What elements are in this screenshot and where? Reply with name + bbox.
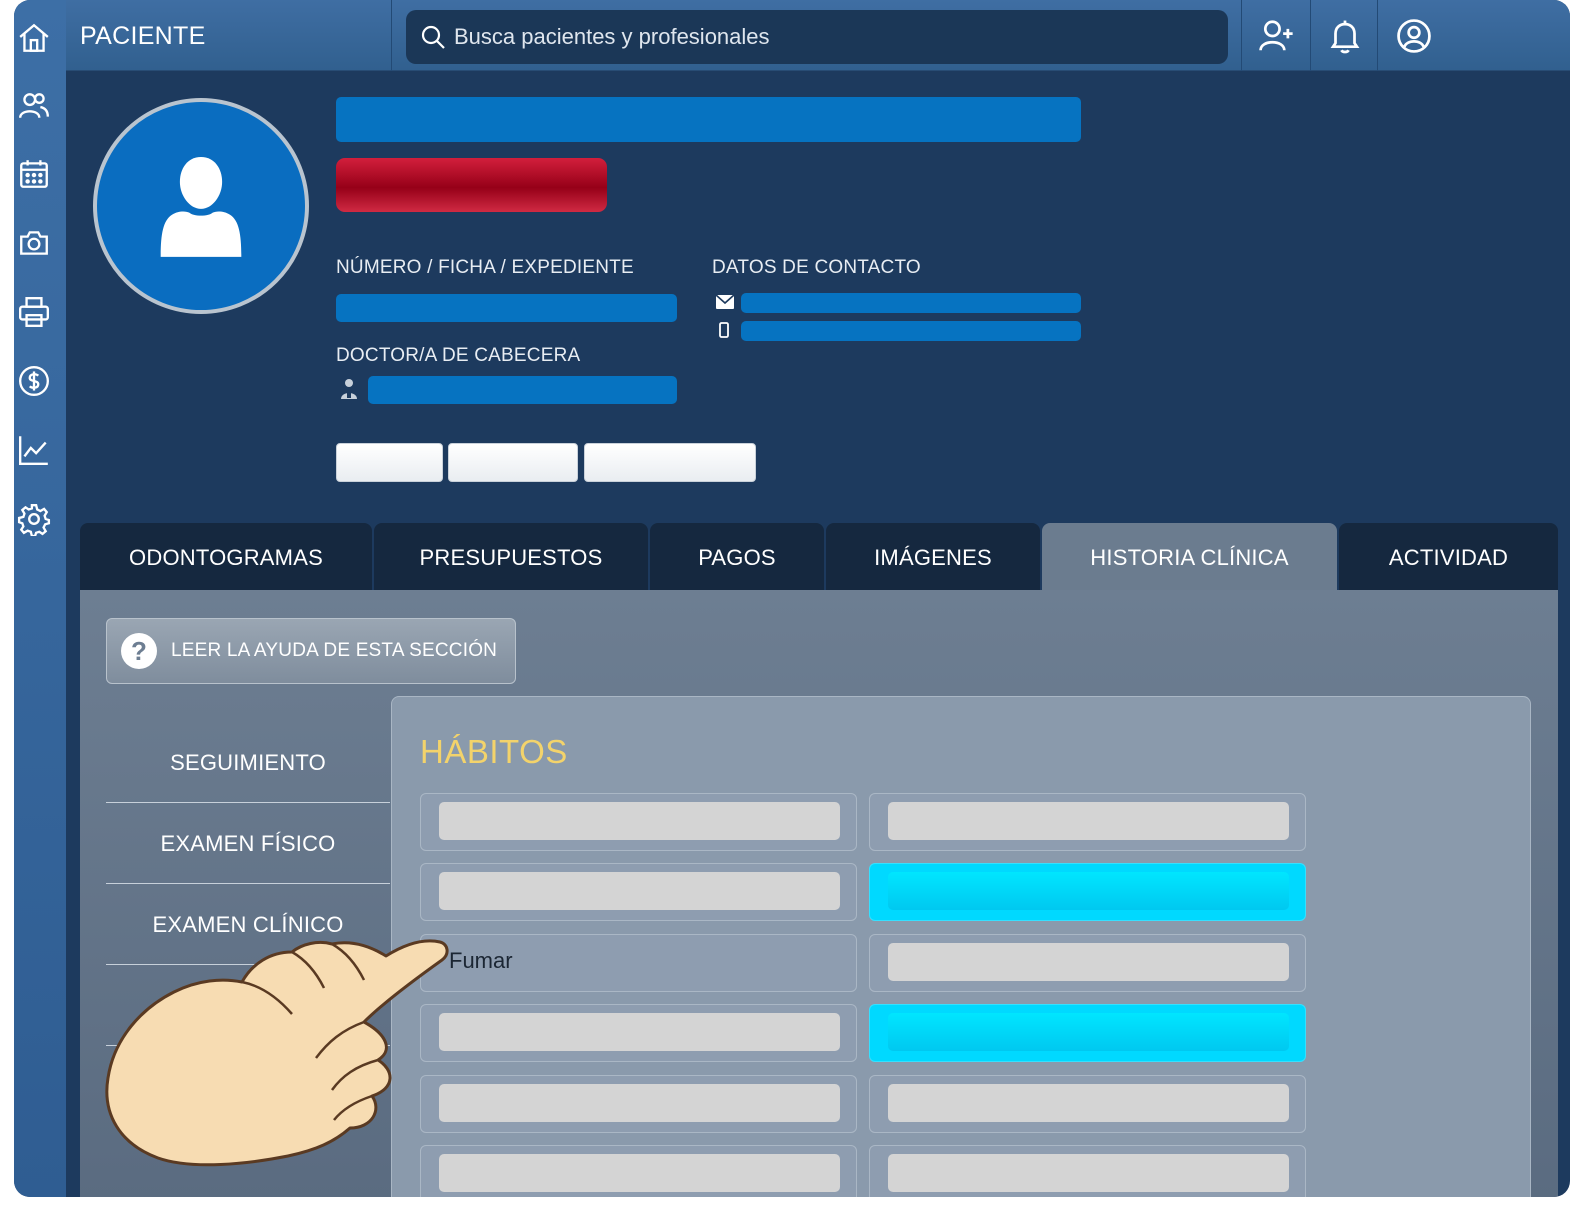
tab-bar: ODONTOGRAMAS PRESUPUESTOS PAGOS IMÁGENES… xyxy=(80,523,1558,592)
search-bar[interactable] xyxy=(406,10,1228,64)
habit-field[interactable] xyxy=(420,1004,857,1062)
sidebar xyxy=(14,0,66,1197)
contact-label: DATOS DE CONTACTO xyxy=(712,257,921,278)
habit-field[interactable] xyxy=(869,1145,1306,1197)
home-icon[interactable] xyxy=(14,18,54,58)
action-button-2[interactable] xyxy=(448,443,578,482)
habits-card: HÁBITOS Fumar xyxy=(391,696,1531,1197)
patient-avatar[interactable] xyxy=(93,98,309,314)
tab-historia-clinica[interactable]: HISTORIA CLÍNICA xyxy=(1042,523,1337,592)
tab-presupuestos[interactable]: PRESUPUESTOS xyxy=(374,523,648,592)
section-title: HÁBITOS xyxy=(420,733,568,770)
divider xyxy=(1310,0,1311,71)
doctor-label: DOCTOR/A DE CABECERA xyxy=(336,345,581,366)
email-redacted xyxy=(741,293,1081,313)
top-bar: PACIENTE xyxy=(66,0,1570,71)
tab-pagos[interactable]: PAGOS xyxy=(650,523,824,592)
habit-field[interactable] xyxy=(420,863,857,921)
add-patient-icon[interactable] xyxy=(1253,13,1299,59)
patient-name-redacted xyxy=(336,97,1081,142)
habit-field[interactable] xyxy=(869,934,1306,992)
habit-field[interactable] xyxy=(420,1075,857,1133)
envelope-icon xyxy=(715,294,735,315)
bell-icon[interactable] xyxy=(1322,13,1368,59)
phone-redacted xyxy=(741,321,1081,341)
search-icon xyxy=(421,25,445,49)
person-icon xyxy=(160,157,242,257)
gear-icon[interactable] xyxy=(14,499,54,539)
tab-imagenes[interactable]: IMÁGENES xyxy=(826,523,1040,592)
habit-field-selected[interactable] xyxy=(869,1004,1306,1062)
habit-field[interactable] xyxy=(420,793,857,851)
tab-actividad[interactable]: ACTIVIDAD xyxy=(1339,523,1558,592)
question-icon: ? xyxy=(121,633,157,669)
divider xyxy=(1241,0,1242,71)
page-title: PACIENTE xyxy=(80,22,206,50)
action-button-3[interactable] xyxy=(584,443,756,482)
action-button-1[interactable] xyxy=(336,443,443,482)
habit-item-fumar[interactable]: Fumar xyxy=(420,934,857,992)
divider xyxy=(391,0,392,71)
subnav-examen-fisico[interactable]: EXAMEN FÍSICO xyxy=(106,804,390,884)
patients-icon[interactable] xyxy=(14,86,54,126)
user-account-icon[interactable] xyxy=(1391,13,1437,59)
habit-field-selected[interactable] xyxy=(869,863,1306,921)
patient-alert-badge[interactable] xyxy=(336,158,607,212)
printer-icon[interactable] xyxy=(14,292,54,332)
divider xyxy=(1377,0,1378,71)
dollar-icon[interactable] xyxy=(14,361,54,401)
app-frame: PACIENTE NÚMERO / FICHA / EXPEDIENTE DAT… xyxy=(14,0,1570,1197)
doctor-name-redacted xyxy=(368,376,677,404)
number-label: NÚMERO / FICHA / EXPEDIENTE xyxy=(336,257,634,278)
patient-number-redacted xyxy=(336,294,677,322)
help-button[interactable]: ? LEER LA AYUDA DE ESTA SECCIÓN xyxy=(106,618,516,684)
search-input[interactable] xyxy=(454,24,1214,50)
habit-field[interactable] xyxy=(869,1075,1306,1133)
doctor-icon xyxy=(340,378,358,405)
habit-field[interactable] xyxy=(869,793,1306,851)
help-button-label: LEER LA AYUDA DE ESTA SECCIÓN xyxy=(171,640,498,661)
mobile-phone-icon xyxy=(719,322,729,343)
pointing-hand-icon xyxy=(105,939,449,1167)
calendar-icon[interactable] xyxy=(14,154,54,194)
tab-odontogramas[interactable]: ODONTOGRAMAS xyxy=(80,523,372,592)
chart-icon[interactable] xyxy=(14,430,54,470)
habit-field[interactable] xyxy=(420,1145,857,1197)
camera-icon[interactable] xyxy=(14,223,54,263)
subnav-seguimiento[interactable]: SEGUIMIENTO xyxy=(106,723,390,803)
